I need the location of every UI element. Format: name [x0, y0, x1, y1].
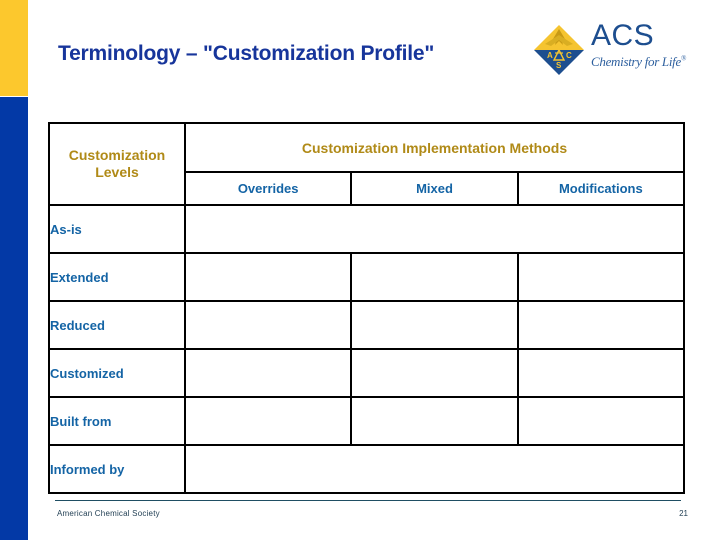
table-row: As-is	[48, 204, 685, 254]
customization-profile-table: Customization Levels Customization Imple…	[48, 122, 686, 494]
column-header-overrides: Overrides	[183, 171, 353, 206]
gold-accent-bar	[0, 0, 28, 96]
table-row: Customized	[48, 348, 686, 398]
column-header-modifications: Modifications	[516, 171, 686, 206]
cell-reduced-overrides[interactable]	[183, 300, 353, 350]
row-label-built-from: Built from	[48, 396, 186, 446]
column-header-mixed: Mixed	[350, 171, 519, 206]
page-title: Terminology – "Customization Profile"	[58, 42, 435, 65]
registered-mark: ®	[680, 54, 686, 63]
svg-text:C: C	[566, 51, 572, 60]
footer-organization: American Chemical Society	[57, 509, 160, 518]
cell-reduced-mixed[interactable]	[350, 300, 519, 350]
cell-extended-modifications[interactable]	[516, 252, 686, 302]
acs-name: ACS	[591, 19, 655, 52]
cell-extended-overrides[interactable]	[183, 252, 353, 302]
cell-customized-mixed[interactable]	[350, 348, 519, 398]
cell-as-is-merged[interactable]	[184, 204, 685, 254]
table-row: Extended	[48, 252, 686, 302]
table-row: Built from	[48, 396, 686, 446]
cell-extended-mixed[interactable]	[350, 252, 519, 302]
acs-wordmark: ACS Chemistry for Life®	[591, 21, 711, 69]
cell-built-from-overrides[interactable]	[183, 396, 353, 446]
levels-header-cell: Customization Levels	[48, 122, 186, 206]
svg-text:S: S	[556, 61, 562, 70]
acs-logo: A C S ACS Chemistry for Life®	[531, 18, 711, 84]
table-row: Informed by	[48, 444, 685, 494]
row-label-reduced: Reduced	[48, 300, 186, 350]
footer-page-number: 21	[679, 509, 688, 518]
row-label-informed-by: Informed by	[48, 444, 186, 494]
row-label-customized: Customized	[48, 348, 186, 398]
blue-accent-bar	[0, 97, 28, 540]
cell-customized-overrides[interactable]	[183, 348, 353, 398]
methods-header-cell: Customization Implementation Methods	[184, 122, 685, 173]
table-row: Reduced	[48, 300, 686, 350]
table-header-row-top: Customization Levels Customization Imple…	[48, 122, 685, 206]
acs-tagline-text: Chemistry for Life	[591, 54, 681, 69]
svg-text:A: A	[547, 51, 553, 60]
cell-informed-by-merged[interactable]	[184, 444, 685, 494]
footer-divider	[55, 500, 681, 501]
cell-customized-modifications[interactable]	[516, 348, 686, 398]
row-label-extended: Extended	[48, 252, 186, 302]
cell-built-from-mixed[interactable]	[350, 396, 519, 446]
acs-diamond-icon: A C S	[531, 22, 587, 78]
acs-tagline: Chemistry for Life®	[591, 54, 711, 69]
cell-built-from-modifications[interactable]	[516, 396, 686, 446]
cell-reduced-modifications[interactable]	[516, 300, 686, 350]
row-label-as-is: As-is	[48, 204, 186, 254]
slide-canvas: Terminology – "Customization Profile" A …	[0, 0, 720, 540]
